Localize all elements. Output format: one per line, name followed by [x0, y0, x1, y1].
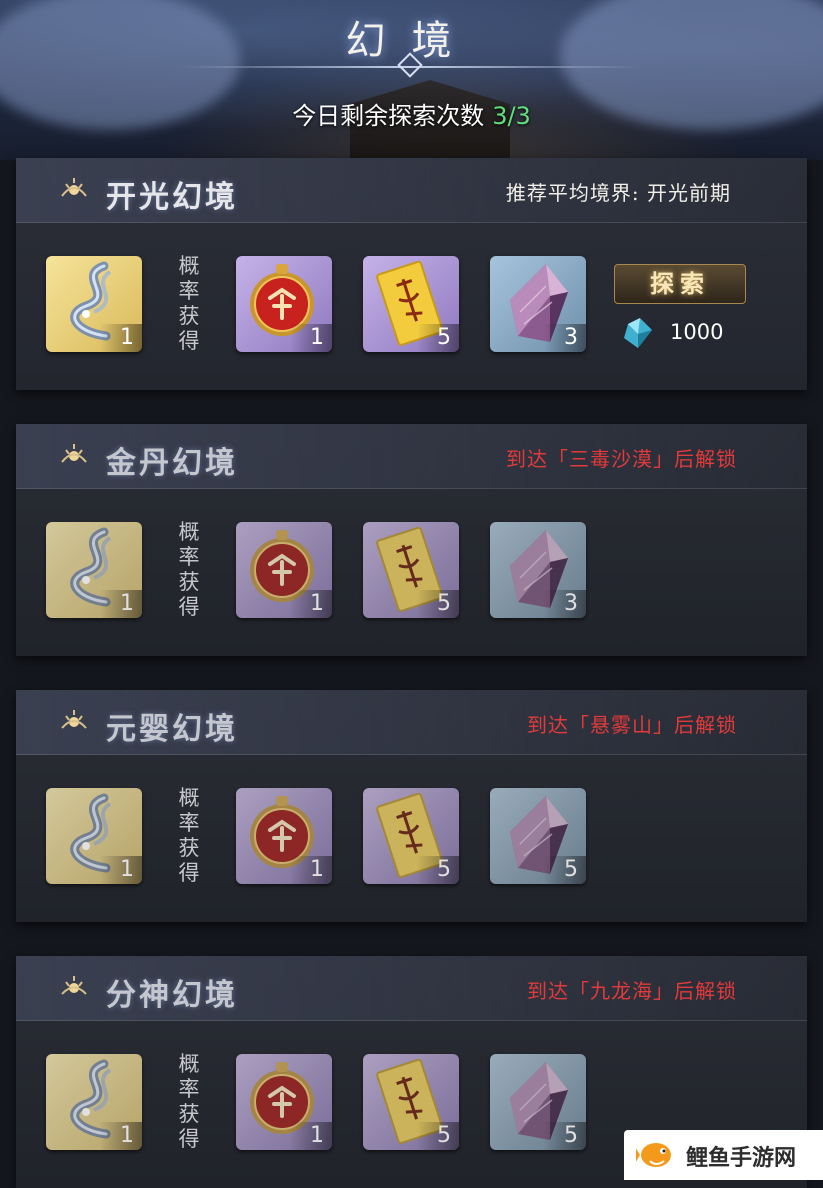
probability-label: 概率获得 — [176, 786, 202, 886]
explore-cost: 1000 — [670, 320, 724, 344]
realm-name: 金丹幻境 — [106, 446, 238, 481]
realm-header: 金丹幻境 到达「三毒沙漠」后解锁 — [16, 424, 807, 489]
reward-quantity: 5 — [417, 1122, 459, 1150]
realm-emblem-icon — [60, 444, 88, 468]
reward-item[interactable]: 1 — [46, 788, 142, 884]
reward-row: 1 概率获得 1 5 3 探索 1000 — [16, 254, 807, 354]
probability-label-char: 率 — [178, 811, 200, 835]
realm-section: 开光幻境 推荐平均境界: 开光前期 1 概率获得 1 5 3 探索 1000 — [16, 158, 807, 390]
explore-count-label: 今日剩余探索次数 — [292, 102, 485, 130]
reward-item[interactable]: 1 — [236, 1054, 332, 1150]
watermark: 鲤鱼手游网 — [624, 1130, 823, 1180]
realm-name: 开光幻境 — [106, 180, 238, 215]
reward-quantity: 5 — [544, 1122, 586, 1150]
reward-item[interactable]: 3 — [490, 256, 586, 352]
reward-item[interactable]: 5 — [363, 1054, 459, 1150]
watermark-text: 鲤鱼手游网 — [686, 1146, 797, 1171]
realm-header: 元婴幻境 到达「悬雾山」后解锁 — [16, 690, 807, 755]
probability-label: 概率获得 — [176, 520, 202, 620]
reward-quantity: 1 — [290, 856, 332, 884]
probability-label: 概率获得 — [176, 254, 202, 354]
reward-item[interactable]: 1 — [46, 522, 142, 618]
probability-label-char: 得 — [178, 861, 200, 885]
reward-quantity: 1 — [100, 590, 142, 618]
reward-quantity: 3 — [544, 590, 586, 618]
reward-quantity: 3 — [544, 324, 586, 352]
explore-count-value: 3/3 — [492, 102, 531, 130]
reward-quantity: 1 — [100, 856, 142, 884]
realm-section: 金丹幻境 到达「三毒沙漠」后解锁 1 概率获得 1 5 3 — [16, 424, 807, 656]
realm-header: 分神幻境 到达「九龙海」后解锁 — [16, 956, 807, 1021]
reward-quantity: 5 — [417, 590, 459, 618]
explore-button[interactable]: 探索 — [614, 264, 746, 304]
spirit-stone-icon — [624, 318, 652, 348]
reward-item[interactable]: 1 — [236, 522, 332, 618]
unlock-requirement: 到达「悬雾山」后解锁 — [527, 713, 737, 737]
reward-quantity: 5 — [417, 856, 459, 884]
probability-label-char: 概 — [178, 786, 200, 810]
realm-header: 开光幻境 推荐平均境界: 开光前期 — [16, 158, 807, 223]
probability-label-char: 得 — [178, 595, 200, 619]
reward-quantity: 1 — [100, 324, 142, 352]
reward-quantity: 5 — [544, 856, 586, 884]
unlock-requirement: 到达「九龙海」后解锁 — [527, 979, 737, 1003]
reward-item[interactable]: 1 — [46, 1054, 142, 1150]
reward-quantity: 1 — [290, 1122, 332, 1150]
explore-count-row: 今日剩余探索次数 3/3 — [0, 96, 823, 131]
realm-name: 元婴幻境 — [106, 712, 238, 747]
probability-label-char: 率 — [178, 545, 200, 569]
realm-emblem-icon — [60, 710, 88, 734]
realm-emblem-icon — [60, 178, 88, 202]
probability-label-char: 获 — [178, 304, 200, 328]
recommended-level: 推荐平均境界: 开光前期 — [505, 181, 731, 205]
probability-label-char: 率 — [178, 279, 200, 303]
probability-label-char: 概 — [178, 1052, 200, 1076]
reward-quantity: 1 — [290, 590, 332, 618]
probability-label-char: 概 — [178, 254, 200, 278]
reward-item[interactable]: 5 — [363, 522, 459, 618]
reward-item[interactable]: 1 — [46, 256, 142, 352]
reward-quantity: 1 — [290, 324, 332, 352]
reward-item[interactable]: 1 — [236, 788, 332, 884]
probability-label-char: 率 — [178, 1077, 200, 1101]
realm-name: 分神幻境 — [106, 978, 238, 1013]
reward-item[interactable]: 5 — [363, 256, 459, 352]
page-title: 幻境 — [345, 18, 478, 64]
probability-label-char: 得 — [178, 329, 200, 353]
probability-label-char: 概 — [178, 520, 200, 544]
probability-label-char: 得 — [178, 1127, 200, 1151]
probability-label-char: 获 — [178, 836, 200, 860]
reward-quantity: 5 — [417, 324, 459, 352]
carp-logo-icon — [636, 1143, 671, 1167]
reward-item[interactable]: 5 — [490, 788, 586, 884]
reward-item[interactable]: 3 — [490, 522, 586, 618]
realm-section: 元婴幻境 到达「悬雾山」后解锁 1 概率获得 1 5 5 — [16, 690, 807, 922]
probability-label-char: 获 — [178, 1102, 200, 1126]
probability-label-char: 获 — [178, 570, 200, 594]
realm-emblem-icon — [60, 976, 88, 1000]
reward-item[interactable]: 1 — [236, 256, 332, 352]
reward-row: 1 概率获得 1 5 3 — [16, 520, 807, 620]
reward-item[interactable]: 5 — [490, 1054, 586, 1150]
reward-item[interactable]: 5 — [363, 788, 459, 884]
unlock-requirement: 到达「三毒沙漠」后解锁 — [506, 447, 737, 471]
header-banner: 幻境 今日剩余探索次数 3/3 — [0, 0, 823, 160]
reward-quantity: 1 — [100, 1122, 142, 1150]
probability-label: 概率获得 — [176, 1052, 202, 1152]
reward-row: 1 概率获得 1 5 5 — [16, 786, 807, 886]
